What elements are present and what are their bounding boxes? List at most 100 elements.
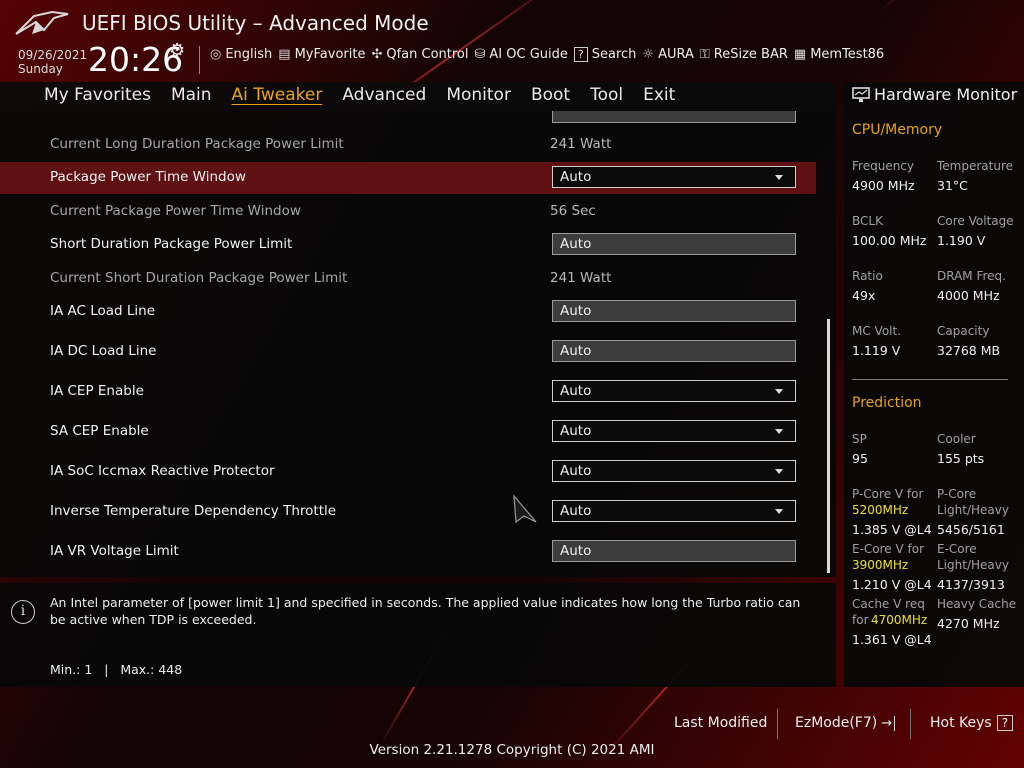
ia-vr-voltage-limit-input[interactable]: Auto <box>552 540 796 562</box>
rog-logo-icon <box>15 10 69 35</box>
setting-label: Current Short Duration Package Power Lim… <box>50 270 348 286</box>
tool-label: Search <box>591 47 637 62</box>
short-duration-power-limit-input[interactable]: Auto <box>552 233 796 255</box>
setting-row[interactable]: Inverse Temperature Dependency Throttle … <box>0 496 816 528</box>
tool-qfan-control[interactable]: ✣ Qfan Control <box>371 47 468 62</box>
prediction-section-title: Prediction <box>852 395 922 411</box>
setting-row[interactable]: IA SoC Iccmax Reactive Protector Auto <box>0 456 816 488</box>
hw-label: Frequency <box>852 159 914 173</box>
tool-label: Qfan Control <box>386 47 469 62</box>
tab-monitor[interactable]: Monitor <box>436 82 521 111</box>
setting-label: IA AC Load Line <box>50 303 156 319</box>
hw-value: 1.210 V @L4 <box>852 577 932 592</box>
tool-aura[interactable]: ☼ AURA <box>642 47 693 62</box>
setting-row: Current Short Duration Package Power Lim… <box>0 263 816 295</box>
dropdown-value: Auto <box>560 423 592 439</box>
tab-main[interactable]: Main <box>161 82 222 111</box>
ia-dc-load-line-input[interactable]: Auto <box>552 340 796 362</box>
hot-keys-label: Hot Keys <box>930 715 992 731</box>
setting-row-selected[interactable]: Package Power Time Window Auto <box>0 162 816 194</box>
package-power-time-window-dropdown[interactable]: Auto <box>552 166 796 188</box>
hw-value: 5456/5161 <box>937 522 1005 537</box>
setting-label: IA CEP Enable <box>50 383 144 399</box>
hw-value: 95 <box>852 451 868 466</box>
setting-label: IA VR Voltage Limit <box>50 543 179 559</box>
monitor-icon <box>852 86 870 102</box>
date-display: 09/26/2021 <box>18 48 88 62</box>
tool-label: ReSize BAR <box>713 47 788 62</box>
setting-label: IA SoC Iccmax Reactive Protector <box>50 463 275 479</box>
search-help-icon: ? <box>573 47 588 62</box>
hw-divider <box>852 379 1008 380</box>
tab-boot[interactable]: Boot <box>521 82 580 111</box>
ezmode-button[interactable]: EzMode(F7) → <box>795 715 896 731</box>
tab-tool[interactable]: Tool <box>580 82 633 111</box>
hw-label: Ratio <box>852 269 883 283</box>
scrollbar[interactable] <box>827 319 830 573</box>
tab-my-favorites[interactable]: My Favorites <box>0 82 161 111</box>
setting-label: Short Duration Package Power Limit <box>50 236 293 252</box>
setting-row[interactable]: Short Duration Package Power Limit Auto <box>0 229 816 261</box>
hot-keys-button[interactable]: Hot Keys ? <box>930 715 1014 731</box>
hw-label: P-Core <box>937 487 977 501</box>
dropdown-value: Auto <box>560 503 592 519</box>
footer-divider <box>910 709 911 739</box>
resize-bar-icon: ⚿ <box>699 47 710 62</box>
ia-cep-enable-dropdown[interactable]: Auto <box>552 380 796 402</box>
ia-soc-iccmax-dropdown[interactable]: Auto <box>552 460 796 482</box>
inverse-temp-throttle-dropdown[interactable]: Auto <box>552 500 796 522</box>
chevron-down-icon <box>775 429 783 434</box>
tool-label: MyFavorite <box>294 47 366 62</box>
hw-label: Capacity <box>937 324 990 338</box>
hw-value: 32768 MB <box>937 343 1001 358</box>
gear-icon[interactable]: ⚙ <box>169 40 185 61</box>
setting-row: Current Package Power Time Window 56 Sec <box>0 196 816 228</box>
hw-value: 1.190 V <box>937 233 986 248</box>
chevron-down-icon <box>775 509 783 514</box>
tool-ai-oc-guide[interactable]: ⛁ AI OC Guide <box>475 47 568 62</box>
setting-label: Current Long Duration Package Power Limi… <box>50 136 344 152</box>
setting-row[interactable]: SA CEP Enable Auto <box>0 416 816 448</box>
tool-search[interactable]: ? Search <box>573 47 637 62</box>
sa-cep-enable-dropdown[interactable]: Auto <box>552 420 796 442</box>
cpu-memory-section-title: CPU/Memory <box>852 122 943 138</box>
setting-row[interactable]: IA VR Voltage Limit Auto <box>0 536 816 568</box>
hw-label: Heavy Cache <box>937 597 1017 611</box>
setting-row: Current Long Duration Package Power Limi… <box>0 129 816 161</box>
tool-english[interactable]: ◎ English <box>210 47 272 62</box>
tab-exit[interactable]: Exit <box>633 82 685 111</box>
hw-value: 4270 MHz <box>937 616 1000 631</box>
exit-arrow-icon: → <box>881 715 896 731</box>
min-max-range: Min.: 1 | Max.: 448 <box>50 662 183 677</box>
setting-row[interactable]: IA DC Load Line Auto <box>0 336 816 368</box>
tool-label: AURA <box>658 47 694 62</box>
dropdown-value: Auto <box>560 169 592 185</box>
hw-label: MC Volt. <box>852 324 902 338</box>
tool-myfavorite[interactable]: ▤ MyFavorite <box>278 47 365 62</box>
tool-memtest86[interactable]: ▦ MemTest86 <box>794 47 884 62</box>
dropdown-value: Auto <box>560 383 592 399</box>
hw-label: SP <box>852 432 867 446</box>
tool-resize-bar[interactable]: ⚿ ReSize BAR <box>700 47 788 62</box>
hw-label-for: for <box>852 613 869 627</box>
partial-field <box>552 111 796 123</box>
aura-icon: ☼ <box>642 47 655 62</box>
tab-advanced[interactable]: Advanced <box>332 82 436 111</box>
dropdown-value: Auto <box>560 463 592 479</box>
hw-value: 4000 MHz <box>937 288 1000 303</box>
setting-label: Package Power Time Window <box>50 169 246 185</box>
tool-label: AI OC Guide <box>489 47 568 62</box>
last-modified-button[interactable]: Last Modified <box>674 715 767 731</box>
globe-icon: ◎ <box>210 47 222 62</box>
hw-label: Temperature <box>937 159 1014 173</box>
hw-label: Light/Heavy <box>937 503 1009 517</box>
tab-ai-tweaker[interactable]: Ai Tweaker <box>222 82 333 111</box>
hw-value: 1.119 V <box>852 343 901 358</box>
setting-row[interactable]: IA AC Load Line Auto <box>0 296 816 328</box>
help-key-icon: ? <box>996 715 1014 731</box>
hw-label: Cooler <box>937 432 976 446</box>
favorite-icon: ▤ <box>278 47 291 62</box>
tool-label: MemTest86 <box>810 47 885 62</box>
ia-ac-load-line-input[interactable]: Auto <box>552 300 796 322</box>
setting-row[interactable]: IA CEP Enable Auto <box>0 376 816 408</box>
